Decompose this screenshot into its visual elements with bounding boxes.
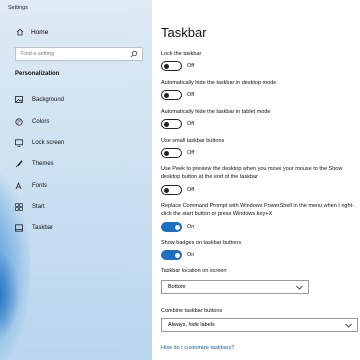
toggle-knob bbox=[164, 92, 169, 98]
powershell-toggle[interactable] bbox=[161, 222, 182, 232]
sidebar-item-label: Colors bbox=[32, 119, 50, 125]
start-grid-icon bbox=[15, 203, 23, 211]
dropdown-value: Bottom bbox=[168, 284, 186, 290]
toggle-state: On bbox=[187, 224, 195, 230]
sidebar-item-label: Taskbar bbox=[32, 225, 54, 231]
search-box[interactable] bbox=[15, 47, 143, 61]
chevron-down-icon bbox=[345, 323, 352, 328]
monitor-lock-icon bbox=[15, 139, 23, 147]
setting-label: Show badges on taskbar buttons bbox=[161, 240, 242, 246]
toggle-knob bbox=[164, 150, 169, 156]
search-input[interactable] bbox=[21, 51, 126, 57]
setting-label: Use Peek to preview the desktop when you… bbox=[161, 166, 343, 180]
toggle-knob bbox=[164, 63, 169, 69]
taskbar-icon bbox=[15, 224, 23, 232]
search-icon[interactable] bbox=[130, 50, 138, 58]
sidebar-item-themes[interactable]: Themes bbox=[15, 160, 54, 168]
toggle-knob bbox=[174, 252, 180, 258]
home-label: Home bbox=[31, 28, 49, 36]
setting-label: Use small taskbar buttons bbox=[161, 138, 225, 144]
window-title: Settings bbox=[8, 5, 28, 11]
toggle-knob bbox=[164, 121, 169, 127]
sidebar-item-label: Themes bbox=[32, 161, 54, 167]
combine-buttons-dropdown[interactable]: Always, hide labels bbox=[161, 318, 358, 332]
sidebar-item-label: Lock screen bbox=[32, 140, 65, 146]
dropdown-value: Always, hide labels bbox=[168, 322, 215, 328]
taskbar-location-dropdown[interactable]: Bottom bbox=[161, 280, 309, 294]
palette-icon bbox=[15, 118, 23, 126]
home-icon bbox=[16, 28, 24, 36]
sidebar-item-label: Start bbox=[32, 204, 45, 210]
sidebar-item-start[interactable]: Start bbox=[15, 203, 45, 211]
sidebar-item-colors[interactable]: Colors bbox=[15, 118, 49, 126]
chevron-down-icon bbox=[296, 285, 303, 290]
page-title: Taskbar bbox=[161, 25, 207, 40]
badges-toggle[interactable] bbox=[161, 250, 182, 260]
autohide-tablet-toggle[interactable] bbox=[161, 119, 182, 129]
small-buttons-toggle[interactable] bbox=[161, 148, 182, 158]
picture-icon bbox=[15, 96, 23, 103]
setting-label: Lock the taskbar bbox=[161, 51, 202, 57]
location-label: Taskbar location on screen bbox=[161, 268, 227, 274]
toggle-state: Off bbox=[187, 150, 195, 156]
toggle-state: Off bbox=[187, 121, 195, 127]
toggle-knob bbox=[174, 224, 180, 230]
main-content: Taskbar Lock the taskbar Off Automatical… bbox=[152, 0, 360, 360]
toggle-state: Off bbox=[187, 92, 195, 98]
combine-label: Combine taskbar buttons bbox=[161, 308, 223, 314]
sidebar-item-label: Fonts bbox=[32, 183, 48, 189]
peek-toggle[interactable] bbox=[161, 185, 182, 195]
help-link[interactable]: How do I customize taskbars? bbox=[161, 345, 234, 351]
toggle-knob bbox=[164, 187, 169, 193]
sidebar-item-lock-screen[interactable]: Lock screen bbox=[15, 139, 64, 147]
sidebar-item-background[interactable]: Background bbox=[15, 96, 64, 103]
sidebar-item-label: Background bbox=[32, 96, 65, 103]
section-heading: Personalization bbox=[15, 71, 60, 77]
home-nav-item[interactable]: Home bbox=[16, 28, 48, 36]
brush-icon bbox=[15, 160, 23, 168]
setting-label: Automatically hide the taskbar in deskto… bbox=[161, 80, 277, 86]
sidebar-item-fonts[interactable]: Fonts bbox=[15, 182, 47, 190]
sidebar: Settings Home Personalization Background… bbox=[0, 0, 152, 360]
toggle-state: Off bbox=[187, 187, 195, 193]
autohide-desktop-toggle[interactable] bbox=[161, 90, 182, 100]
sidebar-item-taskbar[interactable]: Taskbar bbox=[15, 224, 53, 232]
wallpaper-glow-accent bbox=[0, 250, 20, 340]
toggle-state: Off bbox=[187, 63, 195, 69]
lock-taskbar-toggle[interactable] bbox=[161, 61, 182, 71]
font-icon bbox=[15, 182, 22, 190]
toggle-state: On bbox=[187, 252, 195, 258]
setting-label: Replace Command Prompt with Windows Powe… bbox=[161, 203, 354, 217]
setting-label: Automatically hide the taskbar in tablet… bbox=[161, 109, 271, 115]
